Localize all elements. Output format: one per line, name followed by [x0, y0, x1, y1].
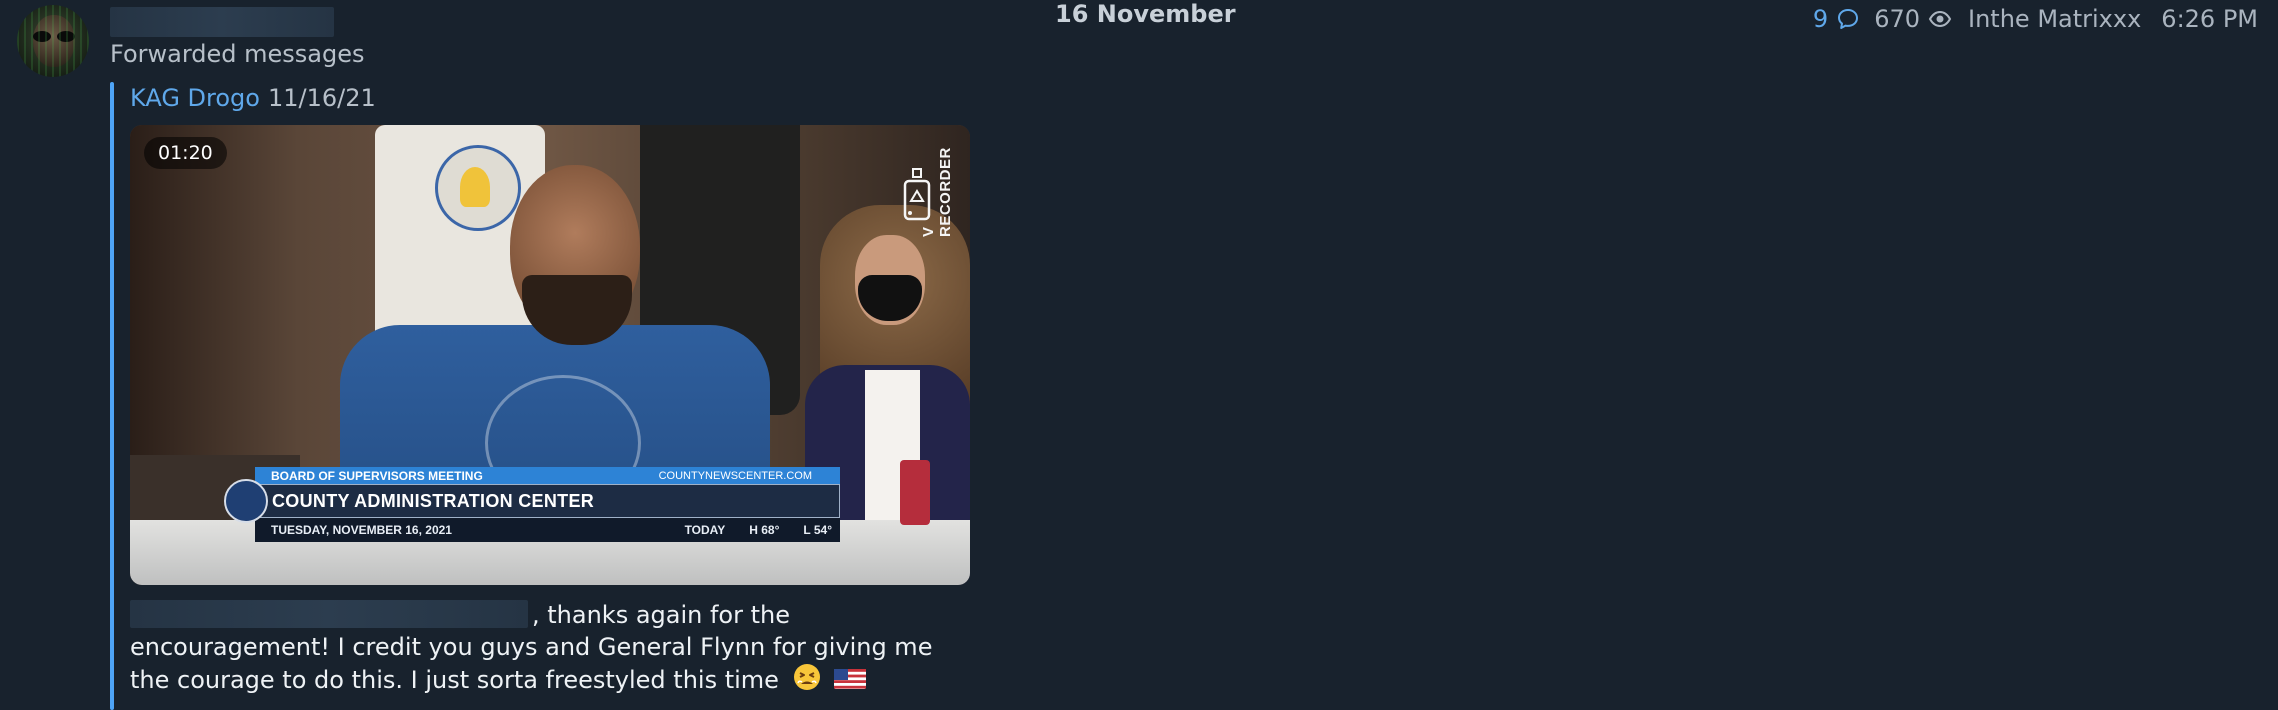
lower-third-bottom: TUESDAY, NOVEMBER 16, 2021 TODAY H 68° L… [255, 518, 840, 542]
redacted-sender-name [110, 7, 334, 37]
message-caption: , thanks again for the encouragement! I … [130, 599, 970, 696]
comment-icon [1838, 9, 1859, 29]
weather-high: H 68° [749, 523, 780, 537]
lower-third-top: BOARD OF SUPERVISORS MEETING COUNTYNEWSC… [255, 467, 840, 484]
forward-author-link[interactable]: KAG Drogo [130, 84, 260, 112]
forward-header: KAG Drogo 11/16/21 [130, 84, 376, 112]
date-separator: 16 November [1055, 0, 1236, 28]
persevering-face-emoji-icon [793, 664, 820, 690]
video-duration-badge: 01:20 [144, 137, 227, 169]
county-news-badge-icon [224, 479, 268, 523]
lower-third-date: TUESDAY, NOVEMBER 16, 2021 [271, 523, 452, 537]
lower-third-site: COUNTYNEWSCENTER.COM [658, 469, 812, 482]
replies-button[interactable]: 9 [1813, 5, 1874, 33]
weather-low: L 54° [803, 523, 832, 537]
video-cup [900, 460, 930, 525]
forwarded-messages-label: Forwarded messages [110, 40, 365, 68]
channel-signature: Inthe Matrixxx [1968, 5, 2142, 33]
avatar-matrix-overlay [17, 5, 89, 77]
caption-line1: , thanks again for the [532, 601, 790, 629]
video-shirt-logo-sun [460, 167, 490, 207]
video-thumbnail[interactable]: BOARD OF SUPERVISORS MEETING COUNTYNEWSC… [130, 125, 970, 585]
message-meta: 9 670 Inthe Matrixxx 6:26 PM [1813, 5, 2258, 33]
forward-quote-bar [110, 82, 114, 710]
eye-icon [1928, 10, 1952, 28]
video-lower-third: BOARD OF SUPERVISORS MEETING COUNTYNEWSC… [224, 467, 840, 542]
forward-date: 11/16/21 [267, 84, 376, 112]
us-flag-emoji-icon [834, 669, 867, 689]
weather-today: TODAY [684, 523, 726, 537]
channel-avatar[interactable] [17, 5, 89, 77]
lower-third-meeting: BOARD OF SUPERVISORS MEETING [271, 468, 483, 483]
lower-third-weather: TODAY H 68° L 54° [685, 523, 832, 537]
view-count: 670 [1874, 5, 1921, 33]
recorder-icon [903, 168, 931, 221]
lower-third-title: COUNTY ADMINISTRATION CENTER [272, 490, 595, 511]
v-recorder-watermark: V RECORDER [900, 137, 964, 237]
lower-third-title-bar: COUNTY ADMINISTRATION CENTER [255, 484, 840, 518]
reply-count: 9 [1812, 5, 1829, 33]
message-time: 6:26 PM [2161, 5, 2258, 33]
